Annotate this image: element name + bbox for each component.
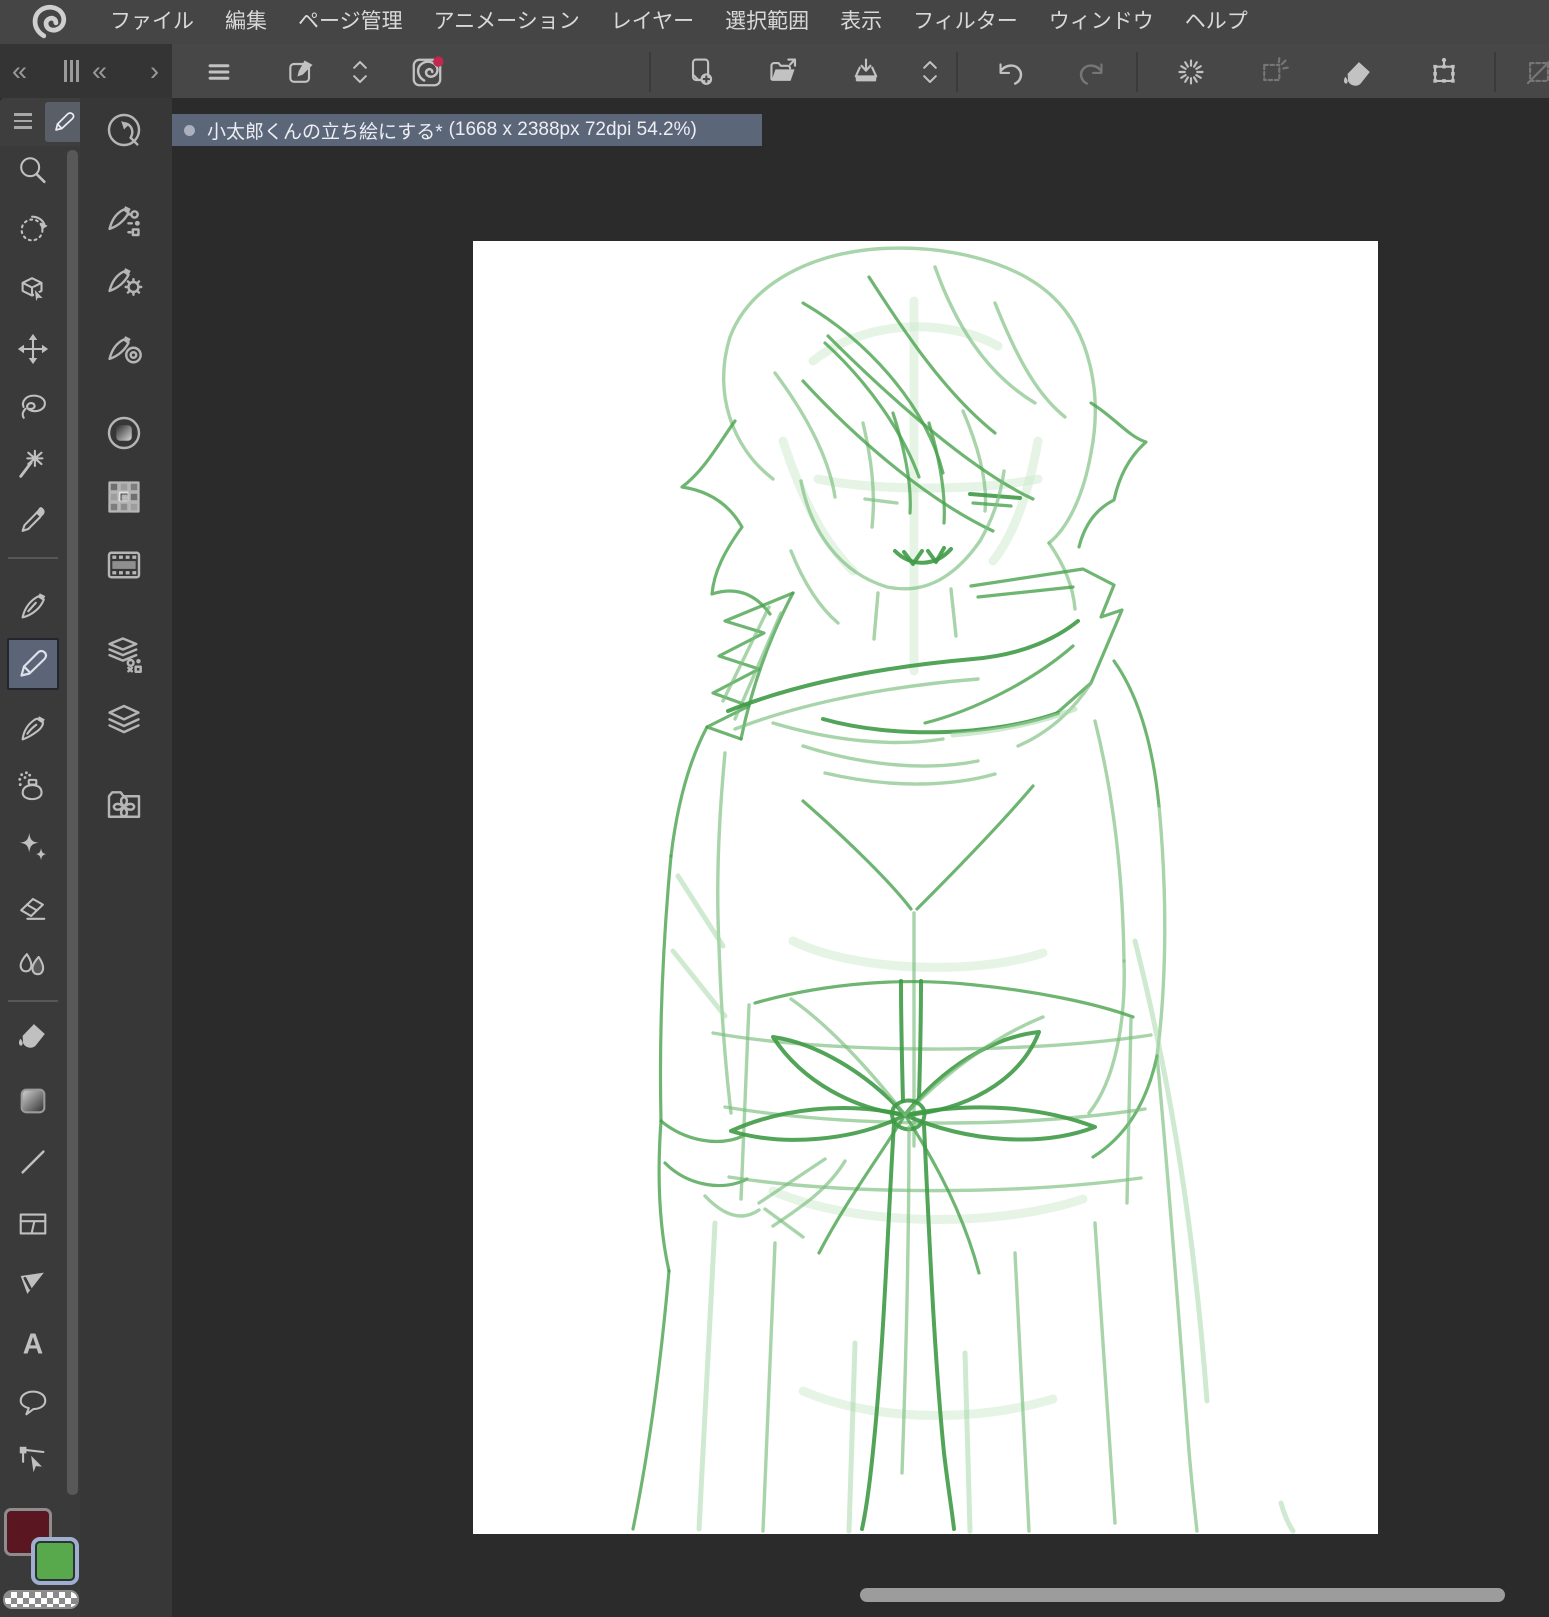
tone-icon[interactable] (102, 411, 146, 455)
eraser-tool-icon[interactable] (13, 887, 53, 927)
text-tool-icon[interactable]: A (13, 1324, 53, 1364)
tool-property-menu-icon[interactable] (14, 113, 32, 133)
collapse-panel-button[interactable]: « (92, 44, 107, 98)
command-bar-divider (649, 52, 651, 92)
document-tab[interactable]: 小太郎くんの立ち絵にする* (1668 x 2388px 72dpi 54.2%… (172, 114, 762, 146)
transparent-color-swatch[interactable] (3, 1590, 79, 1609)
material-grid-icon[interactable] (102, 475, 146, 519)
lasso-tool-icon[interactable] (13, 386, 53, 426)
menu-help[interactable]: ヘルプ (1185, 0, 1248, 44)
new-canvas-icon[interactable] (679, 50, 723, 94)
layer-property-icon[interactable] (102, 632, 146, 676)
command-bar-divider (1136, 52, 1138, 92)
blend-tool-icon[interactable] (13, 945, 53, 985)
canvas[interactable] (473, 241, 1378, 1534)
fill-icon[interactable] (1336, 50, 1380, 94)
document-info: (1668 x 2388px 72dpi 54.2%) (448, 119, 697, 140)
workspace (172, 146, 1549, 1617)
panel-controls: « « › (0, 44, 172, 98)
sketch-drawing (631, 246, 1296, 1534)
menu-window[interactable]: ウィンドウ (1049, 0, 1154, 44)
tool-panel: A (0, 146, 80, 1617)
fill-tool-icon[interactable] (13, 1014, 53, 1054)
flag-tool-icon[interactable] (13, 1264, 53, 1304)
decoration-tool-icon[interactable] (13, 827, 53, 867)
sub-color-swatch[interactable] (31, 1537, 79, 1585)
zoom-tool-icon[interactable] (13, 151, 53, 191)
open-file-icon[interactable] (761, 50, 805, 94)
panel-launcher-column (80, 98, 172, 1617)
figure-tool-icon[interactable] (13, 1142, 53, 1182)
animation-cels-icon[interactable] (102, 543, 146, 587)
airbrush-tool-icon[interactable] (13, 766, 53, 806)
menu-edit[interactable]: 編集 (225, 0, 267, 44)
pen-settings-icon[interactable] (102, 260, 146, 304)
command-bar-divider (1494, 52, 1496, 92)
collapse-all-panels-button[interactable]: « (12, 44, 27, 98)
scale-rotate-icon[interactable] (1422, 50, 1466, 94)
pen-pressure-icon[interactable] (102, 328, 146, 372)
clip-studio-news-icon[interactable] (405, 50, 449, 94)
clip-studio-paint-logo-icon[interactable] (26, 2, 72, 42)
edit-in-clip-studio-icon[interactable] (279, 50, 323, 94)
balloon-tool-icon[interactable] (13, 1382, 53, 1422)
tool-property-header[interactable] (0, 98, 86, 146)
pen-tool-icon[interactable] (13, 587, 53, 627)
rotate-view-tool-icon[interactable] (13, 209, 53, 249)
quick-access-icon[interactable] (102, 108, 146, 152)
document-tab-bar: 小太郎くんの立ち絵にする* (1668 x 2388px 72dpi 54.2%… (172, 98, 1549, 146)
menu-file[interactable]: ファイル (110, 0, 194, 44)
menu-items: ファイル 編集 ページ管理 アニメーション レイヤー 選択範囲 表示 フィルター… (110, 0, 1248, 44)
panel-drag-handle[interactable] (64, 44, 82, 98)
menu-bar: ファイル 編集 ページ管理 アニメーション レイヤー 選択範囲 表示 フィルター… (0, 0, 1549, 44)
command-bar (172, 44, 1549, 100)
menu-animation[interactable]: アニメーション (434, 0, 580, 44)
auto-select-tool-icon[interactable] (13, 445, 53, 485)
tool-panel-divider (8, 1000, 58, 1002)
layers-icon[interactable] (102, 699, 146, 743)
menu-selection[interactable]: 選択範囲 (725, 0, 809, 44)
modified-indicator-dot (184, 124, 195, 136)
tool-panel-scrollbar[interactable] (67, 150, 78, 1495)
tool-panel-divider (8, 557, 58, 559)
deselect-icon[interactable] (1252, 50, 1296, 94)
main-menu-icon[interactable] (197, 50, 241, 94)
menu-layer[interactable]: レイヤー (611, 0, 694, 44)
horizontal-scrollbar[interactable] (860, 1588, 1505, 1602)
collapse-group-icon[interactable] (908, 50, 952, 94)
svg-text:A: A (23, 1328, 43, 1360)
correct-line-tool-icon[interactable] (13, 1440, 53, 1480)
menu-view[interactable]: 表示 (840, 0, 882, 44)
pencil-tool-icon[interactable] (7, 638, 59, 690)
menu-page-management[interactable]: ページ管理 (298, 0, 403, 44)
eyedropper-tool-icon[interactable] (13, 500, 53, 540)
command-bar-divider (956, 52, 958, 92)
current-tool-preview-pencil-icon[interactable] (45, 102, 83, 142)
save-icon[interactable] (844, 50, 888, 94)
clear-selection-icon[interactable] (1517, 50, 1549, 94)
move-layer-tool-icon[interactable] (13, 329, 53, 369)
document-title: 小太郎くんの立ち絵にする* (207, 121, 443, 143)
collapse-group-icon[interactable] (338, 50, 382, 94)
frame-border-tool-icon[interactable] (13, 1204, 53, 1244)
reselect-icon[interactable] (1169, 50, 1213, 94)
brush-tool-icon[interactable] (13, 709, 53, 749)
redo-icon[interactable] (1071, 50, 1115, 94)
gradient-tool-icon[interactable] (13, 1081, 53, 1121)
menu-filter[interactable]: フィルター (913, 0, 1018, 44)
clip-studio-paint-window: { "menu_bar": { "logo": "clip-studio-pai… (0, 0, 1549, 1617)
auto-action-icon[interactable] (102, 198, 146, 242)
materials-folder-icon[interactable] (102, 782, 146, 826)
undo-icon[interactable] (987, 50, 1031, 94)
expand-panel-button[interactable]: › (150, 44, 159, 98)
operation-tool-icon[interactable] (13, 269, 53, 309)
